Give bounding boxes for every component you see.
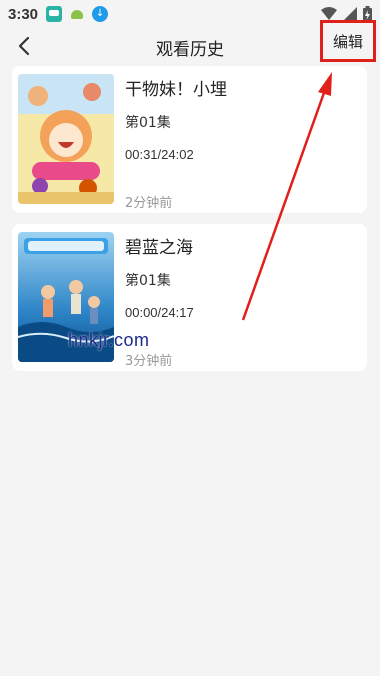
poster-thumbnail[interactable]	[18, 74, 114, 204]
android-icon	[70, 6, 84, 22]
show-title: 干物妹！小埋	[125, 80, 227, 100]
status-time: 3:30	[8, 5, 39, 23]
app-notification-icon	[46, 6, 63, 22]
history-item[interactable]: 碧蓝之海 第01集 00:00/24:17 3分钟前	[12, 224, 367, 371]
edit-button[interactable]: 编辑	[320, 20, 376, 62]
wifi-icon	[321, 7, 337, 20]
history-item[interactable]: 干物妹！小埋 第01集 00:31/24:02 2分钟前	[12, 66, 367, 213]
history-item-info: 碧蓝之海 第01集 00:00/24:17 3分钟前	[125, 236, 359, 369]
history-list: 干物妹！小埋 第01集 00:31/24:02 2分钟前 碧蓝之海 第01集 0…	[12, 66, 367, 382]
episode-label: 第01集	[125, 115, 171, 131]
watched-time-ago: 3分钟前	[125, 354, 173, 369]
watched-time-ago: 2分钟前	[125, 196, 173, 211]
download-icon: ↓	[92, 6, 109, 22]
watch-progress: 00:00/24:17	[125, 305, 194, 320]
signal-icon	[343, 7, 357, 21]
watermark: hnkjr.com	[68, 330, 150, 350]
header: 观看历史 编辑	[0, 20, 380, 64]
episode-label: 第01集	[125, 273, 171, 289]
watch-progress: 00:31/24:02	[125, 147, 194, 162]
edit-button-label: 编辑	[332, 32, 363, 51]
history-item-info: 干物妹！小埋 第01集 00:31/24:02 2分钟前	[125, 78, 359, 211]
show-title: 碧蓝之海	[125, 238, 193, 258]
